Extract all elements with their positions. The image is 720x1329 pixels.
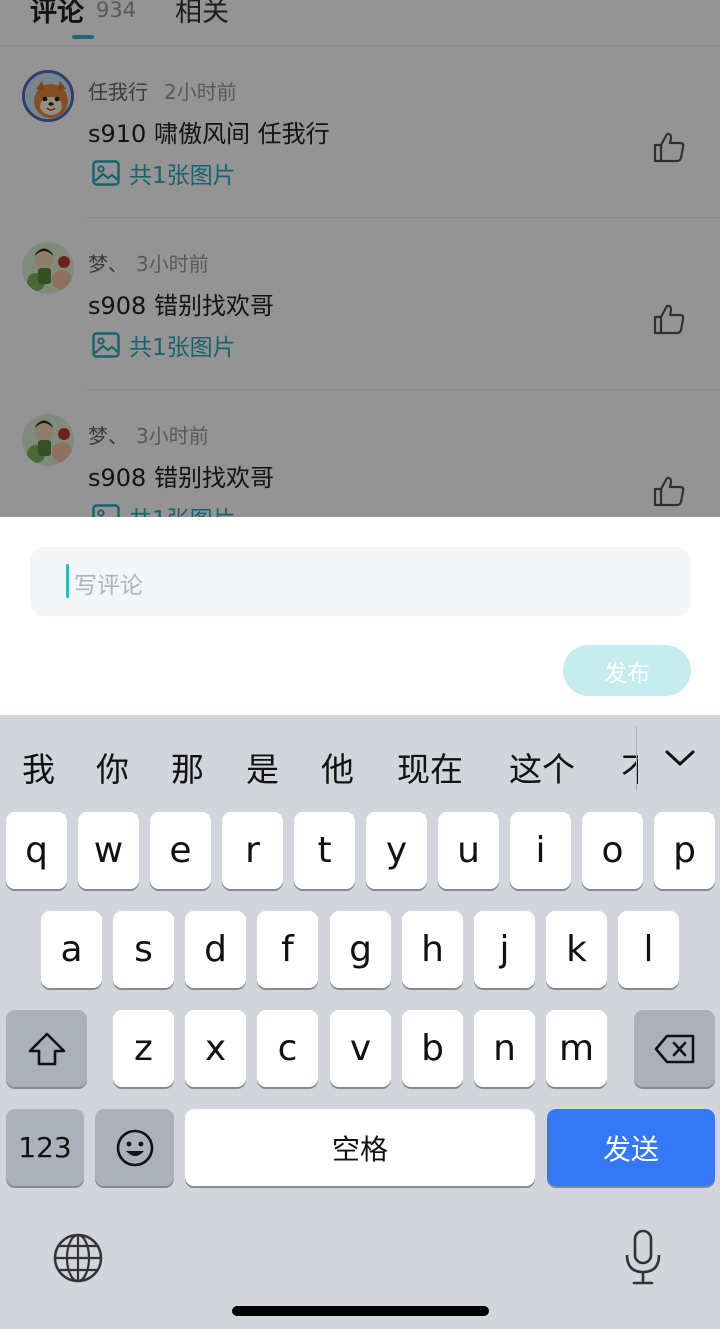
key-x[interactable]: x [185,1010,246,1087]
key-c[interactable]: c [257,1010,318,1087]
candidate-word[interactable]: 那 [171,743,204,791]
candidate-word[interactable]: 你 [96,743,129,791]
candidate-word[interactable]: 这个 [509,743,575,791]
comment-time: 2小时前 [164,80,237,104]
key-t[interactable]: t [294,812,355,889]
key-l[interactable]: l [618,911,679,988]
comment-item: 梦、 3小时前 s908 错别找欢哥 共1张图片 [0,390,720,517]
numbers-key[interactable]: 123 [6,1109,84,1186]
key-w[interactable]: w [78,812,139,889]
key-m[interactable]: m [546,1010,607,1087]
comment-username[interactable]: 梦、 [88,420,128,449]
comment-username[interactable]: 任我行 [88,76,148,105]
candidate-word[interactable]: 是 [246,743,279,791]
key-e[interactable]: e [150,812,211,889]
comment-count: 934 [96,0,137,22]
avatar[interactable] [22,414,74,466]
comment-item: 任我行 2小时前 s910 啸傲风间 任我行 共1张图片 [0,46,720,218]
key-s[interactable]: s [113,911,174,988]
tab-bar: 评论 934 相关 [0,0,720,46]
comment-section: 评论 934 相关 任我行 2小时前 s910 啸傲风间 任我行 共1张图片 梦… [0,0,720,517]
candidate-word[interactable]: 他 [321,743,354,791]
home-indicator [232,1306,489,1316]
tab-related[interactable]: 相关 [175,0,229,29]
emoji-key[interactable] [95,1109,174,1186]
images-link-label: 共1张图片 [129,500,236,517]
images-link-label: 共1张图片 [129,163,236,189]
shift-key[interactable] [6,1010,87,1087]
image-icon [92,160,120,186]
comment-images-link[interactable]: 共1张图片 [92,157,236,189]
backspace-icon [654,1034,694,1063]
comment-images-link[interactable]: 共1张图片 [92,329,236,361]
key-o[interactable]: o [582,812,643,889]
image-icon [92,504,120,517]
key-b[interactable]: b [402,1010,463,1087]
candidate-word[interactable]: 现在 [397,743,463,791]
key-g[interactable]: g [330,911,391,988]
key-i[interactable]: i [510,812,571,889]
space-key[interactable]: 空格 [185,1109,535,1186]
backspace-key[interactable] [634,1010,715,1087]
thumbs-up-icon[interactable] [652,474,686,508]
active-tab-indicator [72,35,94,39]
avatar[interactable] [22,242,74,294]
thumbs-up-icon[interactable] [652,302,686,336]
image-icon [92,332,120,358]
key-n[interactable]: n [474,1010,535,1087]
thumbs-up-icon[interactable] [652,130,686,164]
emoji-icon [116,1129,153,1166]
comment-input-panel: 写评论 发布 [0,517,720,715]
comment-time: 3小时前 [136,252,209,276]
publish-button[interactable]: 发布 [563,645,691,696]
key-a[interactable]: a [41,911,102,988]
key-u[interactable]: u [438,812,499,889]
text-caret [66,564,69,598]
comment-input-placeholder: 写评论 [74,573,143,599]
key-d[interactable]: d [185,911,246,988]
key-j[interactable]: j [474,911,535,988]
key-h[interactable]: h [402,911,463,988]
tab-comments[interactable]: 评论 [30,0,84,29]
avatar[interactable] [22,70,74,122]
comment-item: 梦、 3小时前 s908 错别找欢哥 共1张图片 [0,218,720,390]
send-key[interactable]: 发送 [547,1109,715,1186]
key-p[interactable]: p [654,812,715,889]
comment-images-link[interactable]: 共1张图片 [92,501,236,517]
key-k[interactable]: k [546,911,607,988]
candidate-bar: 我 你 那 是 他 现在 这个 不 [0,715,720,805]
candidate-separator [636,727,637,791]
microphone-icon[interactable] [623,1228,663,1286]
comment-text: s908 错别找欢哥 [88,292,274,320]
key-y[interactable]: y [366,812,427,889]
candidate-list: 我 你 那 是 他 现在 这个 不 [0,715,638,805]
key-f[interactable]: f [257,911,318,988]
candidate-word[interactable]: 我 [22,743,55,791]
key-v[interactable]: v [330,1010,391,1087]
comment-time: 3小时前 [136,424,209,448]
key-r[interactable]: r [222,812,283,889]
key-q[interactable]: q [6,812,67,889]
shift-icon [28,1032,65,1065]
comment-text: s910 啸傲风间 任我行 [88,120,330,148]
comment-username[interactable]: 梦、 [88,248,128,277]
images-link-label: 共1张图片 [129,335,236,361]
keyboard: 我 你 那 是 他 现在 这个 不 q w e r t y u i o p a … [0,715,720,1329]
comment-text: s908 错别找欢哥 [88,464,274,492]
key-z[interactable]: z [113,1010,174,1087]
chevron-down-icon[interactable] [663,743,697,773]
globe-icon[interactable] [52,1232,104,1284]
